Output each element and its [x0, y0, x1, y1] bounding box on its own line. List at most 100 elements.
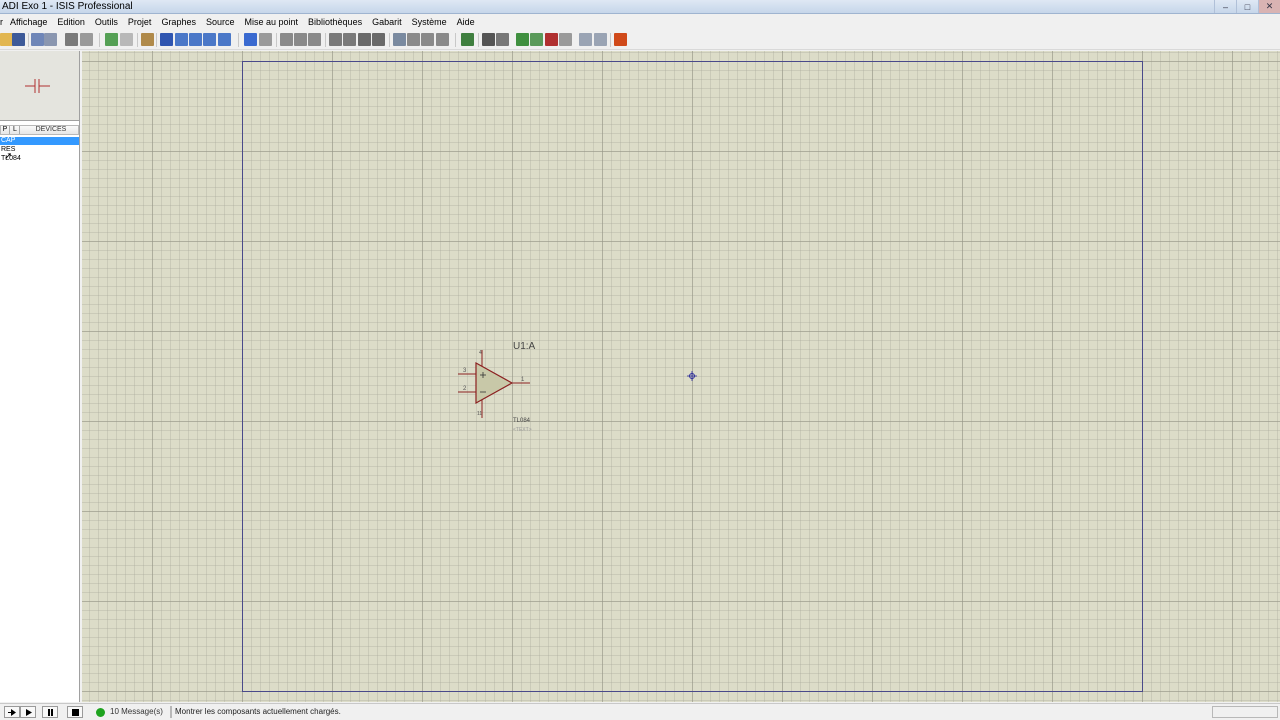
- status-divider: [170, 706, 172, 718]
- coordinates-box: [1212, 706, 1278, 718]
- devices-title: DEVICES: [35, 126, 67, 133]
- block-copy-icon[interactable]: [329, 33, 342, 46]
- crosshair-cursor-icon: [687, 371, 697, 381]
- zoom-area-icon[interactable]: [218, 33, 231, 46]
- capacitor-preview-icon: [25, 79, 50, 93]
- menu-bar: r Affichage Edition Outils Projet Graphe…: [0, 14, 1280, 30]
- toolbar-separator: [28, 33, 29, 47]
- search-tag-icon[interactable]: [482, 33, 495, 46]
- pause-button[interactable]: [42, 706, 58, 718]
- mouse-cursor-icon: ➚: [4, 151, 13, 162]
- left-panel: P L DEVICES CAP RES TL084 ➚: [0, 51, 80, 702]
- pick-devices-button[interactable]: P: [1, 126, 10, 134]
- block-rotate-icon[interactable]: [358, 33, 371, 46]
- isis-window: ADI Exo 1 - ISIS Professional – □ ✕ r Af…: [0, 0, 1280, 720]
- library-manager-button[interactable]: L: [11, 126, 20, 134]
- new-sheet-icon[interactable]: [516, 33, 529, 46]
- window-title: ADI Exo 1 - ISIS Professional: [2, 1, 133, 12]
- toolbar-separator: [276, 33, 277, 47]
- toolbar-separator: [156, 33, 157, 47]
- menu-bibliotheques[interactable]: Bibliothèques: [303, 17, 367, 27]
- pick-device-icon[interactable]: [393, 33, 406, 46]
- remove-sheet-icon[interactable]: [530, 33, 543, 46]
- make-device-icon[interactable]: [407, 33, 420, 46]
- erc-icon[interactable]: [579, 33, 592, 46]
- block-move-icon[interactable]: [343, 33, 356, 46]
- step-icon: [7, 708, 16, 716]
- menu-outils[interactable]: Outils: [90, 17, 123, 27]
- toolbar-separator: [325, 33, 326, 47]
- toolbar-separator: [137, 33, 138, 47]
- menu-edition[interactable]: Edition: [52, 17, 90, 27]
- redo-icon[interactable]: [259, 33, 272, 46]
- close-button[interactable]: ✕: [1258, 0, 1280, 13]
- netlist-icon[interactable]: [594, 33, 607, 46]
- toolbar-separator: [238, 33, 239, 47]
- component-value: TL084: [513, 418, 531, 424]
- menu-affichage[interactable]: Affichage: [5, 17, 52, 27]
- exit-sheet-icon[interactable]: [545, 33, 558, 46]
- menu-source[interactable]: Source: [201, 17, 240, 27]
- menu-mise-au-point[interactable]: Mise au point: [240, 17, 304, 27]
- toolbar-separator: [99, 33, 100, 47]
- copy-icon[interactable]: [294, 33, 307, 46]
- cut-icon[interactable]: [280, 33, 293, 46]
- grid-icon[interactable]: [120, 33, 133, 46]
- zoom-all-icon[interactable]: [203, 33, 216, 46]
- packaging-icon[interactable]: [421, 33, 434, 46]
- pin-number-noninv: 3: [463, 368, 467, 374]
- bom-icon[interactable]: [559, 33, 572, 46]
- device-list-item[interactable]: CAP: [0, 137, 79, 145]
- devices-header: P L DEVICES: [0, 125, 79, 135]
- component-text: <TEXT>: [513, 427, 532, 433]
- print-icon[interactable]: [65, 33, 78, 46]
- menu-projet[interactable]: Projet: [123, 17, 157, 27]
- refresh-icon[interactable]: [105, 33, 118, 46]
- component-reference: U1:A: [513, 341, 536, 352]
- menu-gabarit[interactable]: Gabarit: [367, 17, 407, 27]
- toolbar-separator: [478, 33, 479, 47]
- pan-icon[interactable]: [160, 33, 173, 46]
- print-area-icon[interactable]: [80, 33, 93, 46]
- ares-icon[interactable]: [614, 33, 627, 46]
- undo-icon[interactable]: [244, 33, 257, 46]
- status-bar: 10 Message(s) Montrer les composants act…: [0, 703, 1280, 720]
- step-button[interactable]: [4, 706, 20, 718]
- menu-graphes[interactable]: Graphes: [156, 17, 201, 27]
- message-count[interactable]: 10 Message(s): [110, 707, 163, 716]
- pin-number-inv: 2: [463, 386, 467, 392]
- window-controls: – □ ✕: [1214, 0, 1280, 13]
- minimize-button[interactable]: –: [1214, 0, 1236, 13]
- zoom-out-icon[interactable]: [189, 33, 202, 46]
- pin-number-out: 1: [521, 377, 525, 383]
- block-delete-icon[interactable]: [372, 33, 385, 46]
- decompose-icon[interactable]: [436, 33, 449, 46]
- stop-button[interactable]: [67, 706, 83, 718]
- zoom-in-icon[interactable]: [175, 33, 188, 46]
- import-icon[interactable]: [31, 33, 44, 46]
- play-icon: [25, 708, 32, 716]
- export-icon[interactable]: [44, 33, 57, 46]
- toolbar-separator: [610, 33, 611, 47]
- pin-number-vminus: 11: [477, 411, 483, 417]
- status-hint: Montrer les composants actuellement char…: [175, 707, 341, 716]
- message-status-icon: [96, 708, 105, 717]
- origin-icon[interactable]: [141, 33, 154, 46]
- pause-icon: [47, 708, 53, 716]
- maximize-button[interactable]: □: [1236, 0, 1258, 13]
- menu-aide[interactable]: Aide: [452, 17, 480, 27]
- pin-number-vplus: 4: [479, 350, 482, 356]
- menu-systeme[interactable]: Système: [407, 17, 452, 27]
- property-tool-icon[interactable]: [496, 33, 509, 46]
- overview-window[interactable]: [0, 51, 79, 121]
- wire-autorouter-icon[interactable]: [461, 33, 474, 46]
- play-button[interactable]: [20, 706, 36, 718]
- toolbar: [0, 30, 1280, 50]
- save-icon[interactable]: [12, 33, 25, 46]
- toolbar-separator: [455, 33, 456, 47]
- paste-icon[interactable]: [308, 33, 321, 46]
- toolbar-separator: [389, 33, 390, 47]
- title-bar: ADI Exo 1 - ISIS Professional – □ ✕: [0, 0, 1280, 14]
- stop-icon: [71, 708, 79, 716]
- schematic-canvas[interactable]: 3 2 1 4 11 U1:A TL084 <TEXT>: [82, 51, 1280, 702]
